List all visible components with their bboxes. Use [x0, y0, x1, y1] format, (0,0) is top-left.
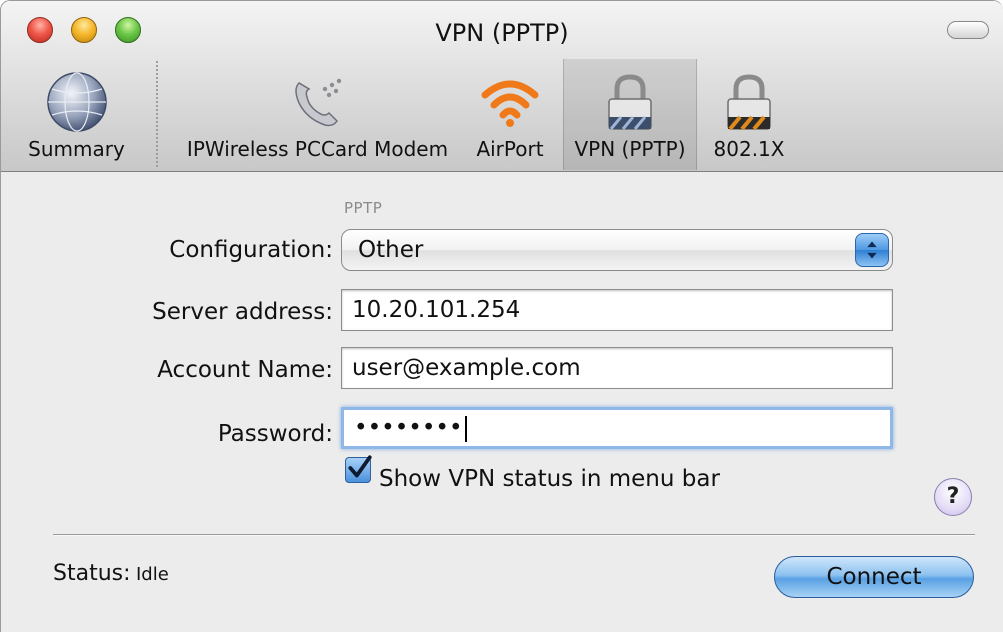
- show-vpn-status-label[interactable]: Show VPN status in menu bar: [379, 466, 720, 492]
- status-value: Idle: [136, 564, 169, 585]
- connect-button[interactable]: Connect: [774, 556, 974, 598]
- checkmark-icon: [348, 455, 372, 478]
- toolbar-item-summary[interactable]: Summary: [19, 59, 134, 170]
- toolbar-label-airport: AirPort: [476, 137, 544, 161]
- lock-icon: [608, 74, 652, 130]
- divider: [53, 534, 975, 536]
- lock-striped-icon: [727, 74, 771, 131]
- configuration-label: Configuration:: [169, 237, 333, 263]
- section-label-pptp: PPTP: [344, 199, 383, 217]
- account-name-label: Account Name:: [157, 357, 333, 383]
- configuration-value: Other: [358, 237, 424, 263]
- server-address-value: 10.20.101.254: [352, 297, 521, 323]
- server-address-label: Server address:: [152, 299, 333, 325]
- password-value: ••••••••: [354, 415, 463, 441]
- help-button[interactable]: ?: [934, 478, 972, 516]
- toolbar-item-vpn-pptp[interactable]: VPN (PPTP): [563, 59, 697, 170]
- toolbar-label-vpn-pptp: VPN (PPTP): [574, 137, 686, 161]
- toolbar-toggle-button[interactable]: [947, 21, 989, 39]
- airport-wifi-icon: [481, 80, 539, 127]
- window-toolbar: VPN (PPTP) Summary IPWireless PCCard Mod…: [1, 1, 1003, 172]
- toolbar-item-airport[interactable]: AirPort: [461, 59, 559, 170]
- toolbar-separator: [156, 61, 158, 167]
- toolbar-label-8021x: 802.1X: [713, 137, 785, 161]
- popup-arrows-icon: [855, 233, 889, 267]
- status-label: Status:: [53, 561, 131, 586]
- configuration-popup[interactable]: Other: [341, 229, 893, 271]
- vpn-window: VPN (PPTP) Summary IPWireless PCCard Mod…: [0, 0, 1003, 632]
- show-vpn-status-checkbox[interactable]: [345, 455, 372, 483]
- window-title: VPN (PPTP): [435, 19, 569, 47]
- password-field[interactable]: ••••••••: [341, 407, 893, 449]
- password-label: Password:: [217, 421, 333, 447]
- toolbar-label-ipwireless: IPWireless PCCard Modem: [186, 137, 449, 161]
- toolbar-item-8021x[interactable]: 802.1X: [701, 59, 797, 170]
- text-cursor: [464, 415, 467, 442]
- toolbar-item-ipwireless[interactable]: IPWireless PCCard Modem: [176, 59, 459, 170]
- server-address-field[interactable]: 10.20.101.254: [341, 289, 893, 331]
- globe-icon: [46, 72, 107, 132]
- account-name-field[interactable]: user@example.com: [341, 347, 893, 389]
- account-name-value: user@example.com: [352, 355, 581, 381]
- toolbar-label-summary: Summary: [28, 137, 125, 161]
- phone-modem-icon: [294, 78, 341, 127]
